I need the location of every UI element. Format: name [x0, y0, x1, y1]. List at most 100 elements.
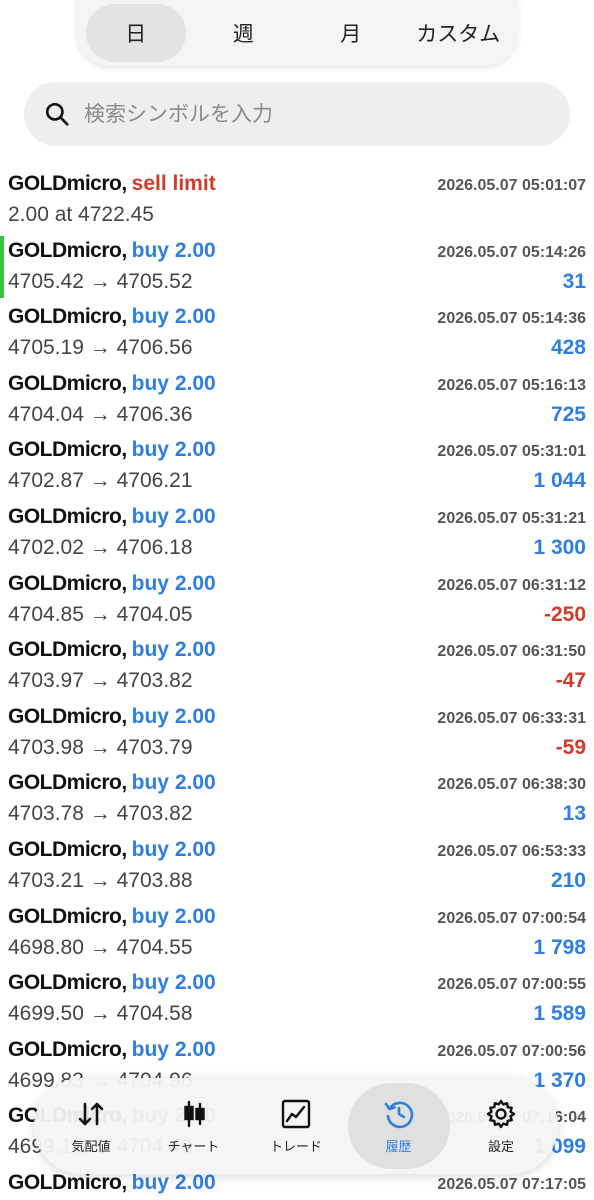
row-title: GOLDmicro, buy 2.00	[8, 971, 216, 995]
profit-value: 210	[550, 868, 586, 892]
arrow-icon: →	[89, 868, 111, 892]
history-clock-icon	[384, 1101, 413, 1128]
symbol: GOLDmicro	[8, 971, 122, 995]
row-header: GOLDmicro, buy 2.00 2026.05.07 06:38:30	[8, 766, 586, 802]
timestamp: 2026.05.07 06:38:30	[437, 776, 586, 794]
separator: ,	[121, 704, 128, 728]
profit-value: 1 798	[533, 935, 586, 959]
separator: ,	[121, 438, 128, 462]
separator: ,	[121, 238, 128, 262]
history-row[interactable]: GOLDmicro, buy 2.00 2026.05.07 06:53:33 47…	[0, 833, 594, 900]
row-details: 4703.98 → 4703.79 -59	[8, 736, 586, 766]
search-bar[interactable]	[24, 82, 570, 146]
nav-history[interactable]: 履歴	[347, 1083, 450, 1169]
order-type: buy 2.00	[131, 438, 216, 462]
arrow-icon: →	[89, 735, 111, 759]
open-price: 4702.87	[8, 469, 84, 493]
profit-value: 13	[562, 802, 586, 826]
close-price: 4703.79	[116, 735, 193, 759]
row-header: GOLDmicro, buy 2.00 2026.05.07 05:14:26	[8, 234, 586, 270]
timestamp: 2026.05.07 07:00:55	[437, 976, 586, 994]
history-row[interactable]: GOLDmicro, buy 2.00 2026.05.07 06:31:12 47…	[0, 567, 594, 634]
close-price: 4706.18	[116, 535, 193, 559]
timestamp: 2026.05.07 06:33:31	[437, 709, 586, 727]
open-price: 4703.78	[8, 802, 84, 826]
nav-quotes[interactable]: 気配値	[40, 1083, 142, 1169]
row-title: GOLDmicro, buy 2.00	[8, 239, 216, 263]
history-row[interactable]: GOLDmicro, sell limit 2026.05.07 05:01:07…	[0, 167, 594, 234]
history-row[interactable]: GOLDmicro, buy 2.00 2026.05.07 06:38:30 47…	[0, 766, 594, 833]
order-type: buy 2.00	[131, 837, 216, 861]
open-price: 4705.42	[8, 269, 84, 293]
search-input[interactable]	[84, 102, 524, 126]
timestamp: 2026.05.07 07:00:56	[437, 1042, 586, 1060]
close-price: 4703.82	[116, 669, 193, 693]
row-details: 4699.50 → 4704.58 1 589	[8, 1002, 586, 1032]
row-header: GOLDmicro, buy 2.00 2026.05.07 05:31:01	[8, 433, 586, 469]
symbol: GOLDmicro	[8, 238, 122, 262]
nav-trade[interactable]: トレード	[245, 1083, 347, 1169]
row-title: GOLDmicro, buy 2.00	[8, 1038, 216, 1062]
nav-label: トレード	[269, 1139, 322, 1155]
candlestick-chart-icon	[183, 1100, 205, 1127]
history-row[interactable]: GOLDmicro, buy 2.00 2026.05.07 05:14:26 47…	[0, 234, 594, 301]
period-tab-day[interactable]: 日	[85, 4, 186, 62]
open-price: 4705.19	[8, 336, 84, 360]
arrow-icon: →	[89, 935, 111, 959]
profit-value: 725	[550, 402, 586, 426]
symbol: GOLDmicro	[8, 1037, 122, 1061]
row-details: 4698.80 → 4704.55 1 798	[8, 936, 586, 966]
open-price: 4703.21	[8, 868, 84, 892]
row-details: 4702.02 → 4706.18 1 300	[8, 536, 586, 566]
row-header: GOLDmicro, buy 2.00 2026.05.07 07:00:56	[8, 1033, 586, 1069]
row-title: GOLDmicro, buy 2.00	[8, 372, 216, 396]
period-tab-month[interactable]: 月	[301, 4, 401, 62]
row-header: GOLDmicro, buy 2.00 2026.05.07 06:31:12	[8, 567, 586, 603]
history-row[interactable]: GOLDmicro, buy 2.00 2026.05.07 05:16:13 47…	[0, 367, 594, 434]
row-title: GOLDmicro, buy 2.00	[8, 572, 216, 596]
open-price: 4704.04	[8, 402, 84, 426]
history-row[interactable]: GOLDmicro, buy 2.00 2026.05.07 06:31:50 47…	[0, 633, 594, 700]
row-header: GOLDmicro, sell limit 2026.05.07 05:01:07	[8, 167, 586, 203]
order-type: buy 2.00	[131, 305, 216, 329]
nav-label: 設定	[487, 1139, 514, 1155]
row-header: GOLDmicro, buy 2.00 2026.05.07 05:31:21	[8, 500, 586, 536]
nav-chart[interactable]: チャート	[143, 1083, 245, 1169]
bottom-nav: 気配値 チャート トレード 履歴 設定	[34, 1078, 558, 1174]
symbol: GOLDmicro	[8, 904, 122, 928]
row-title: GOLDmicro, buy 2.00	[8, 505, 216, 529]
history-row[interactable]: GOLDmicro, buy 2.00 2026.05.07 05:31:21 47…	[0, 500, 594, 567]
order-type: buy 2.00	[131, 971, 216, 995]
history-list[interactable]: GOLDmicro, sell limit 2026.05.07 05:01:07…	[0, 167, 594, 1200]
row-details: 4705.19 → 4706.56 428	[8, 336, 586, 366]
arrow-icon: →	[89, 1002, 111, 1026]
order-type: buy 2.00	[131, 504, 216, 528]
arrow-icon: →	[89, 469, 111, 493]
period-tab-week[interactable]: 週	[193, 4, 293, 62]
nav-settings[interactable]: 設定	[450, 1083, 552, 1169]
order-detail: 2.00 at 4722.45	[8, 203, 154, 226]
separator: ,	[121, 571, 128, 595]
row-title: GOLDmicro, buy 2.00	[8, 771, 216, 795]
symbol: GOLDmicro	[8, 1170, 122, 1194]
timestamp: 2026.05.07 05:14:36	[437, 310, 586, 328]
close-price: 4703.88	[116, 868, 193, 892]
separator: ,	[121, 1037, 128, 1061]
arrow-icon: →	[89, 802, 111, 826]
history-row[interactable]: GOLDmicro, buy 2.00 2026.05.07 07:00:54 46…	[0, 900, 594, 967]
history-row[interactable]: GOLDmicro, buy 2.00 2026.05.07 05:14:36 47…	[0, 300, 594, 367]
profit-value: -47	[555, 669, 586, 693]
history-row[interactable]: GOLDmicro, buy 2.00 2026.05.07 05:31:01 47…	[0, 433, 594, 500]
row-title: GOLDmicro, buy 2.00	[8, 638, 216, 662]
symbol: GOLDmicro	[8, 638, 122, 662]
quotes-arrows-icon	[78, 1102, 104, 1125]
arrow-icon: →	[89, 602, 111, 626]
symbol: GOLDmicro	[8, 305, 122, 329]
nav-label: 気配値	[71, 1139, 111, 1155]
period-tab-custom[interactable]: カスタム	[408, 4, 508, 62]
profit-value: 1 044	[533, 469, 586, 493]
history-row[interactable]: GOLDmicro, buy 2.00 2026.05.07 06:33:31 47…	[0, 700, 594, 767]
close-price: 4706.36	[116, 402, 193, 426]
open-price: 4699.50	[8, 1002, 84, 1026]
history-row[interactable]: GOLDmicro, buy 2.00 2026.05.07 07:00:55 46…	[0, 966, 594, 1033]
